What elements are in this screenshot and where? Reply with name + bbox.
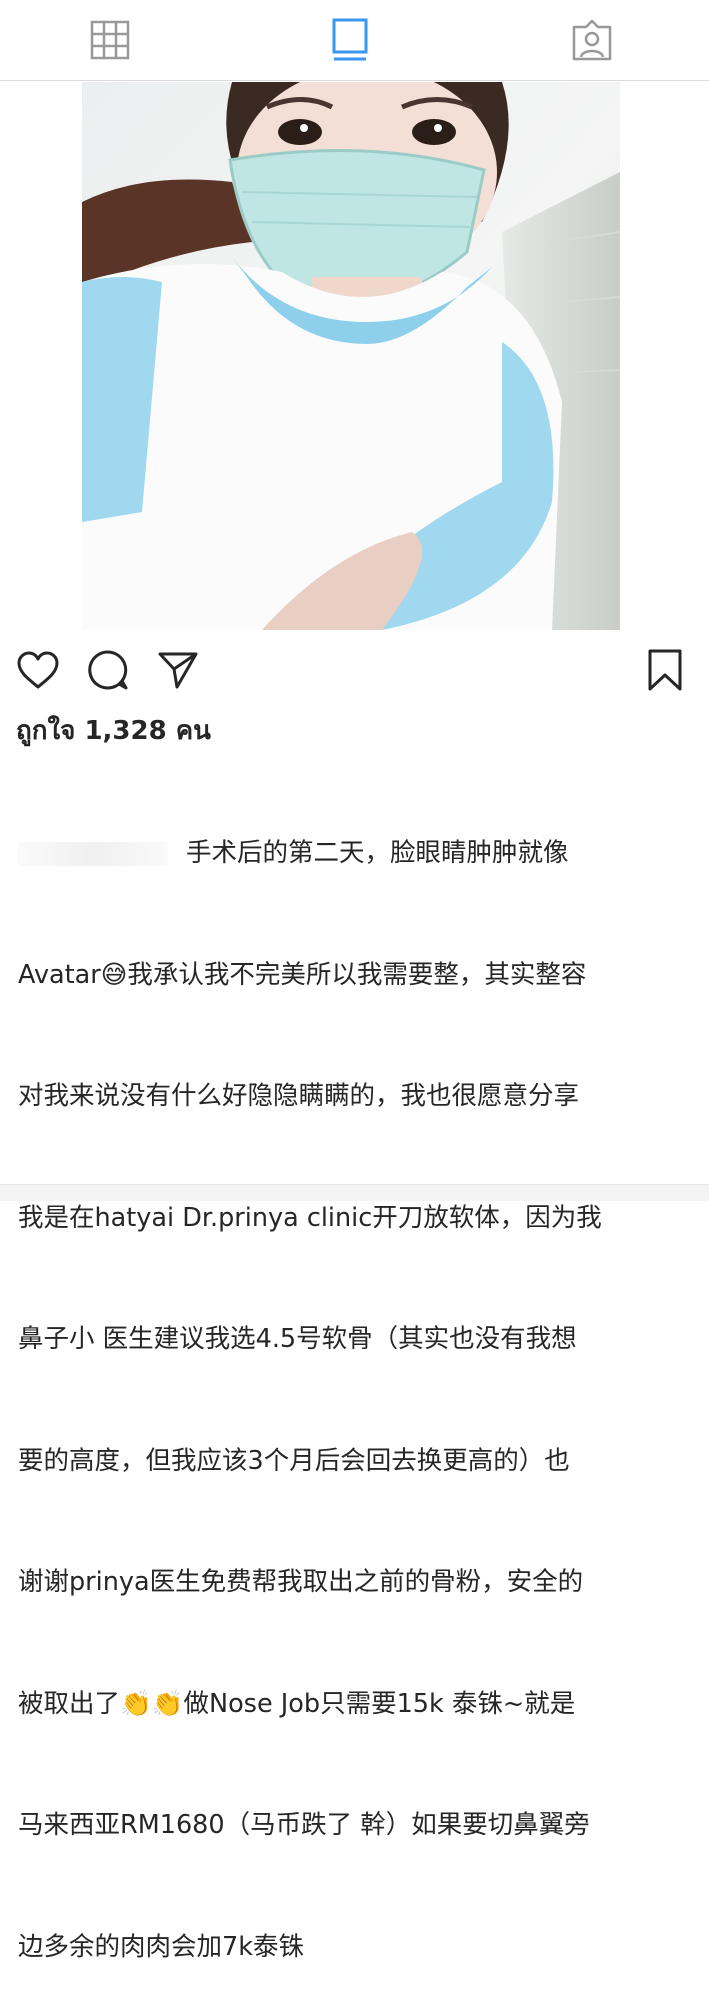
comment-icon	[88, 650, 128, 690]
username-blurred[interactable]	[18, 842, 168, 866]
caption-line: 我是在hatyai Dr.prinya clinic开刀放软体，因为我	[18, 1202, 602, 1233]
caption-line: 边多余的肉肉会加7k泰铢	[18, 1931, 304, 1962]
tagged-icon	[572, 19, 612, 61]
post-photo[interactable]	[82, 82, 620, 630]
tab-feed[interactable]	[328, 18, 372, 62]
likes-count[interactable]: ถูกใจ 1,328 คน	[16, 710, 211, 751]
heart-icon	[17, 651, 59, 689]
selfie-image	[82, 82, 620, 630]
caption-text: 手术后的第二天，脸眼睛肿肿就像	[186, 838, 569, 868]
caption-line: 被取出了👏👏做Nose Job只需要15k 泰铢~就是	[18, 1688, 576, 1719]
tab-tagged[interactable]	[570, 18, 614, 62]
send-icon	[158, 652, 198, 689]
caption-line: Avatar😅我承认我不完美所以我需要整，其实整容	[18, 959, 587, 990]
save-button[interactable]	[640, 645, 690, 695]
caption-line: 对我来说没有什么好隐隐瞒瞒的，我也很愿意分享	[18, 1081, 580, 1111]
post-actions	[0, 645, 709, 701]
feed-icon	[332, 18, 368, 61]
share-button[interactable]	[153, 645, 203, 695]
profile-tab-bar	[0, 0, 709, 81]
like-button[interactable]	[13, 645, 63, 695]
bottom-edge	[0, 1184, 709, 1201]
caption-line: 要的高度，但我应该3个月后会回去换更高的）也	[18, 1445, 570, 1476]
comment-button[interactable]	[83, 645, 133, 695]
caption-line: 马来西亚RM1680（马币跌了 幹）如果要切鼻翼旁	[18, 1810, 590, 1840]
grid-icon	[90, 20, 130, 60]
tab-grid[interactable]	[88, 18, 132, 62]
caption-line: 手术后的第二天，脸眼睛肿肿就像	[18, 833, 690, 874]
caption-line: 谢谢prinya医生免费帮我取出之前的骨粉，安全的	[18, 1567, 584, 1597]
bookmark-icon	[648, 649, 682, 691]
caption-line: 鼻子小 医生建议我选4.5号软骨（其实也没有我想	[18, 1324, 577, 1354]
post-caption: 手术后的第二天，脸眼睛肿肿就像 Avatar😅我承认我不完美所以我需要整，其实整…	[18, 752, 690, 2008]
